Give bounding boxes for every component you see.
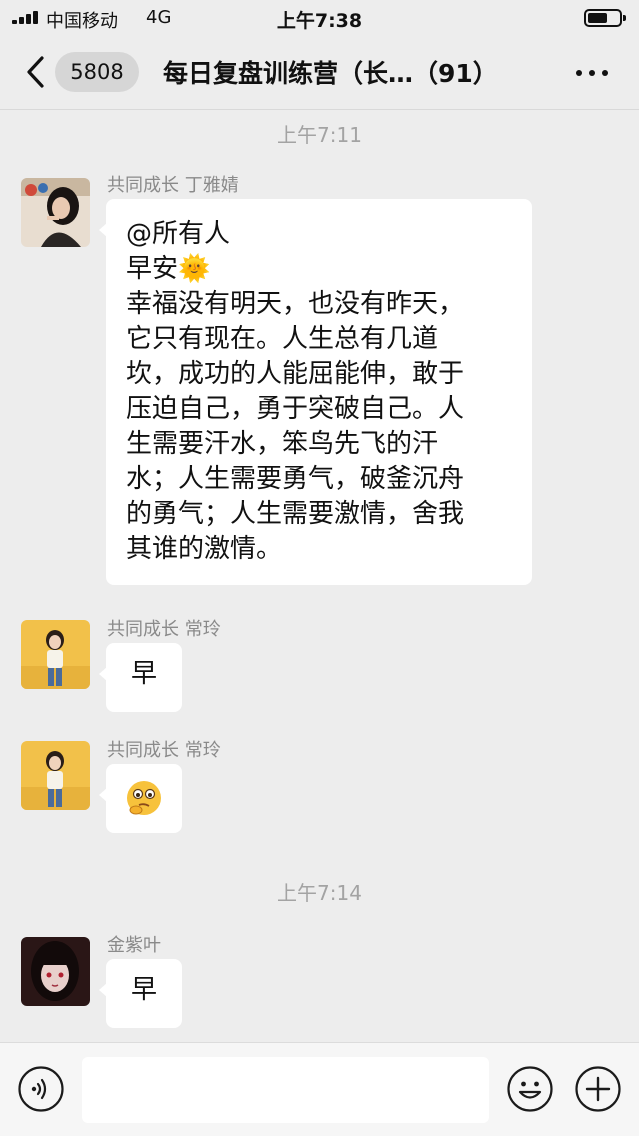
unread-count-badge[interactable]: 5808	[55, 52, 139, 92]
status-bar: 中国移动 4G 上午7:38	[0, 0, 639, 36]
input-bar	[0, 1042, 639, 1136]
avatar[interactable]	[21, 620, 90, 689]
chat-message-list[interactable]: 上午7:11 共同成长 丁雅婧 @所有人 早安🌞 幸福没有明天，也没有昨天， 它…	[0, 110, 639, 1042]
more-functions-button[interactable]	[574, 1065, 622, 1113]
message-bubble[interactable]	[99, 764, 182, 833]
battery-icon	[584, 9, 626, 27]
sender-name: 金紫叶	[107, 935, 161, 956]
back-button[interactable]	[22, 52, 52, 92]
message-bubble[interactable]: 早	[99, 643, 182, 712]
avatar[interactable]	[21, 937, 90, 1006]
chat-title: 每日复盘训练营（长…（91）	[163, 59, 498, 88]
voice-input-button[interactable]	[17, 1065, 65, 1113]
message-bubble[interactable]: @所有人 早安🌞 幸福没有明天，也没有昨天， 它只有现在。人生总有几道 坎，成功…	[99, 199, 532, 585]
timestamp: 上午7:11	[277, 123, 362, 147]
sender-name: 共同成长 常玲	[107, 740, 221, 761]
message-input[interactable]	[82, 1057, 489, 1123]
sun-emoji: 🌞	[178, 254, 211, 284]
avatar[interactable]	[21, 178, 90, 247]
status-time: 上午7:38	[276, 10, 363, 32]
message-text: 早	[130, 659, 157, 689]
smiley-icon	[507, 1066, 553, 1112]
more-dots-icon	[576, 70, 582, 76]
sender-name: 共同成长 常玲	[107, 619, 221, 640]
timestamp: 上午7:14	[277, 881, 362, 905]
more-options-button[interactable]	[570, 56, 614, 90]
thinking-face-emoji-icon	[127, 781, 161, 815]
chevron-left-icon	[27, 56, 44, 88]
voice-icon	[18, 1066, 64, 1112]
message-bubble[interactable]: 早	[99, 959, 182, 1028]
message-text: @所有人 早安🌞 幸福没有明天，也没有昨天， 它只有现在。人生总有几道 坎，成功…	[126, 219, 465, 564]
sender-name: 共同成长 丁雅婧	[107, 175, 239, 196]
avatar[interactable]	[21, 741, 90, 810]
nav-bar: 5808 每日复盘训练营（长…（91）	[0, 36, 639, 110]
message-text: 早	[130, 975, 157, 1005]
plus-icon	[575, 1066, 621, 1112]
emoji-button[interactable]	[506, 1065, 554, 1113]
